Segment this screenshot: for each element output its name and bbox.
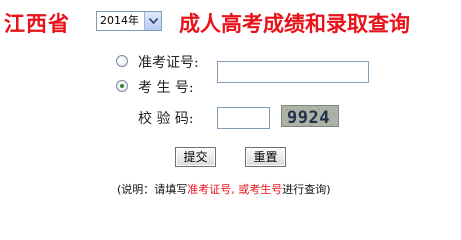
captcha-label: 校 验 码: [138, 111, 194, 127]
candidate-id-input[interactable] [217, 61, 369, 83]
exam-id-radio[interactable] [116, 55, 128, 67]
note-prefix: (说明：请填写 [117, 183, 188, 196]
instructions-note: (说明：请填写准考证号, 或考生号进行查询) [117, 181, 331, 197]
note-exam-id: 准考证号 [187, 183, 232, 196]
reset-button[interactable]: 重置 [245, 147, 286, 167]
candidate-id-radio[interactable] [116, 80, 128, 92]
note-suffix: 进行查询) [282, 183, 331, 196]
exam-id-label: 准考证号: [138, 55, 199, 71]
submit-button[interactable]: 提交 [175, 147, 216, 167]
captcha-text: 9924 [287, 108, 330, 127]
page-title: 成人高考成绩和录取查询 [179, 11, 410, 36]
chevron-down-icon[interactable] [144, 12, 161, 30]
candidate-id-label: 考 生 号: [138, 80, 194, 96]
query-page: 江西省 2014年 成人高考成绩和录取查询 准考证号: 考 生 号: 校 验 码… [0, 0, 461, 208]
year-select[interactable]: 2014年 [96, 11, 162, 31]
note-candidate-id: 或考生号 [238, 183, 283, 196]
captcha-input[interactable] [217, 107, 270, 129]
province-name: 江西省 [4, 11, 70, 36]
captcha-image: 9924 [281, 105, 339, 127]
year-select-value: 2014年 [100, 14, 139, 27]
